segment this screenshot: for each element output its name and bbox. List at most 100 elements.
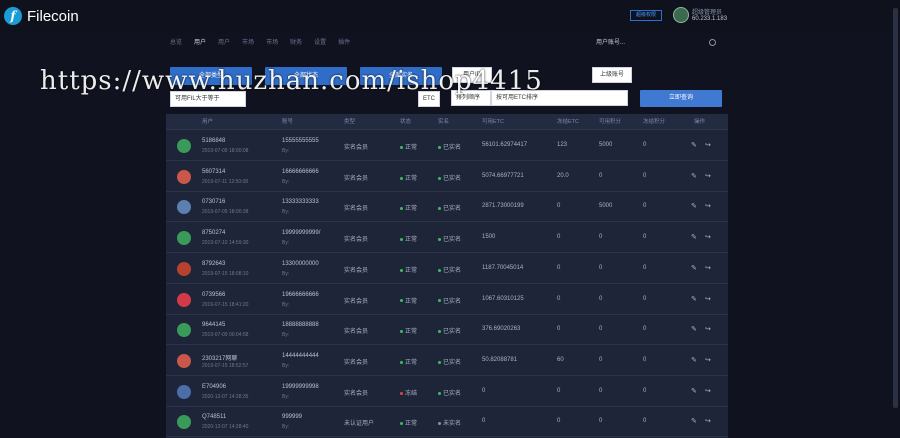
nav-item-overview[interactable]: 总览 xyxy=(170,36,182,50)
filter-all-identity-button[interactable]: 全部实名 xyxy=(360,67,442,85)
nav-item-market-2[interactable]: 市场 xyxy=(266,36,278,50)
user-date-cell: 2019-07-15 18:52:57 xyxy=(202,362,249,369)
etc-cell: 50.82088781 xyxy=(482,356,518,363)
edit-icon[interactable]: ✎ xyxy=(691,417,697,425)
col-points[interactable]: 可用积分 xyxy=(599,114,621,130)
table-row[interactable]: 0730716 2019-07-09 18:00:38 13333333333 By:… xyxy=(166,192,728,223)
table-row[interactable]: 9644145 2019-07-09 00:04:58 18888888888 By:… xyxy=(166,315,728,346)
nav-item-finance[interactable]: 财务 xyxy=(290,36,302,50)
user-table: 用户 账号 类型 状态 实名 可用ETC 冻结ETC 可用积分 冻结积分 操作 … xyxy=(166,114,728,438)
col-user[interactable]: 用户 xyxy=(202,114,213,130)
table-row[interactable]: Q748511 2020-12-07 14:28:40 999999 By: 未认证用户… xyxy=(166,407,728,438)
edit-icon[interactable]: ✎ xyxy=(691,141,697,149)
nav-item-settings[interactable]: 设置 xyxy=(314,36,326,50)
login-icon[interactable]: ↪ xyxy=(705,202,711,210)
login-icon[interactable]: ↪ xyxy=(705,325,711,333)
login-icon[interactable]: ↪ xyxy=(705,295,711,303)
user-name-cell[interactable]: 2303217网聊 xyxy=(202,353,237,362)
login-icon[interactable]: ↪ xyxy=(705,141,711,149)
col-account[interactable]: 账号 xyxy=(282,114,293,130)
type-cell: 实名会员 xyxy=(344,175,369,182)
type-cell: 实名会员 xyxy=(344,237,369,244)
user-name-cell[interactable]: 8750274 xyxy=(202,230,225,236)
filecoin-logo-icon: f xyxy=(4,7,22,25)
points-cell: 0 xyxy=(599,234,603,241)
points-cell: 0 xyxy=(599,326,603,333)
table-row[interactable]: 0739566 2019-07-15 18:41:20 19666666666 By:… xyxy=(166,285,728,315)
etc-select[interactable]: ETC xyxy=(418,91,440,107)
user-ip: 60.233.1.183 xyxy=(692,16,728,22)
etc-cell: 2871.73000199 xyxy=(482,203,524,210)
frozen-points-cell: 0 xyxy=(643,418,647,425)
search-button[interactable]: 立即查询 xyxy=(640,90,722,107)
user-name-cell[interactable]: 0730716 xyxy=(202,199,225,205)
referrer-cell: By: xyxy=(282,209,290,216)
table-row[interactable]: 8792643 2019-07-15 18:08:10 13300000000 By:… xyxy=(166,254,728,284)
user-date-cell: 2019-07-15 18:08:10 xyxy=(202,270,249,277)
col-identity[interactable]: 实名 xyxy=(438,114,449,130)
frozen-etc-cell: 0 xyxy=(557,234,561,241)
table-row[interactable]: 2303217网聊 2019-07-15 18:52:57 14444444444 B… xyxy=(166,346,728,376)
nav-item-users-2[interactable]: 用户 xyxy=(218,36,230,50)
user-id-input[interactable]: 用户ID xyxy=(452,67,492,83)
filter-all-status-button[interactable]: 全部状态 xyxy=(265,67,347,85)
user-name-cell[interactable]: 9644145 xyxy=(202,322,225,328)
edit-icon[interactable]: ✎ xyxy=(691,387,697,395)
col-type[interactable]: 类型 xyxy=(344,114,355,130)
table-row[interactable]: E704906 2020-12-07 14:28:35 19999999998 By:… xyxy=(166,377,728,407)
user-avatar[interactable] xyxy=(673,7,689,23)
col-frozen-points[interactable]: 冻结积分 xyxy=(643,114,665,130)
referrer-cell: By: xyxy=(282,240,290,247)
superior-account-input[interactable]: 上级账号 xyxy=(592,67,632,83)
login-icon[interactable]: ↪ xyxy=(705,172,711,180)
edit-icon[interactable]: ✎ xyxy=(691,172,697,180)
referrer-cell: By: xyxy=(282,301,290,308)
user-name[interactable]: 超级管理员 xyxy=(692,7,722,16)
fil-min-input[interactable]: 可用FIL大于等于 xyxy=(170,91,246,107)
type-cell: 未认证用户 xyxy=(344,421,375,428)
user-name-cell[interactable]: 0739566 xyxy=(202,292,225,298)
frozen-etc-cell: 0 xyxy=(557,387,561,394)
user-name-cell[interactable]: 5186848 xyxy=(202,138,225,144)
main-nav: 总览 用户 用户 市场 市场 财务 设置 插件 xyxy=(170,36,350,50)
user-name-cell[interactable]: Q748511 xyxy=(202,414,226,420)
user-name-cell[interactable]: E704906 xyxy=(202,384,226,390)
table-row[interactable]: 8750274 2019-07-10 14:59:30 19999999999/By… xyxy=(166,223,728,254)
login-icon[interactable]: ↪ xyxy=(705,387,711,395)
login-icon[interactable]: ↪ xyxy=(705,356,711,364)
edit-icon[interactable]: ✎ xyxy=(691,233,697,241)
user-date-cell: 2019-07-09 18:00:38 xyxy=(202,209,249,216)
login-icon[interactable]: ↪ xyxy=(705,264,711,272)
user-name-cell[interactable]: 8792643 xyxy=(202,261,225,267)
table-row[interactable]: 5186848 2019-07-09 18:00:08 15555555555 By:… xyxy=(166,131,728,161)
filter-all-types-button[interactable]: 全部类型 xyxy=(170,67,252,85)
nav-item-market[interactable]: 市场 xyxy=(242,36,254,50)
nav-search-input[interactable]: 用户账号... xyxy=(596,37,718,49)
edit-icon[interactable]: ✎ xyxy=(691,356,697,364)
nav-item-users[interactable]: 用户 xyxy=(194,36,206,50)
col-status[interactable]: 状态 xyxy=(400,114,411,130)
edit-icon[interactable]: ✎ xyxy=(691,325,697,333)
page-scrollbar[interactable] xyxy=(893,8,898,408)
avatar xyxy=(177,323,191,338)
col-etc[interactable]: 可用ETC xyxy=(482,114,504,130)
login-icon[interactable]: ↪ xyxy=(705,417,711,425)
referrer-cell: By: xyxy=(282,362,290,369)
referrer-cell: By: xyxy=(282,393,290,400)
identity-badge: 已实名 xyxy=(438,265,461,274)
user-date-cell: 2020-12-07 14:28:35 xyxy=(202,393,249,400)
member-level-button[interactable]: 超级权限 xyxy=(630,10,662,21)
nav-item-plugins[interactable]: 插件 xyxy=(338,36,350,50)
status-badge: 正常 xyxy=(400,234,417,243)
col-frozen-etc[interactable]: 冻结ETC xyxy=(557,114,579,130)
edit-icon[interactable]: ✎ xyxy=(691,295,697,303)
edit-icon[interactable]: ✎ xyxy=(691,202,697,210)
table-row[interactable]: 5607314 2019-07-11 12:50:08 16666666666 By:… xyxy=(166,162,728,192)
user-name-cell[interactable]: 5607314 xyxy=(202,169,225,175)
status-badge: 正常 xyxy=(400,265,417,274)
edit-icon[interactable]: ✎ xyxy=(691,264,697,272)
sort-select[interactable]: 按可用ETC排序 xyxy=(491,90,628,106)
login-icon[interactable]: ↪ xyxy=(705,233,711,241)
search-icon[interactable] xyxy=(709,39,716,46)
identity-badge: 已实名 xyxy=(438,234,461,243)
